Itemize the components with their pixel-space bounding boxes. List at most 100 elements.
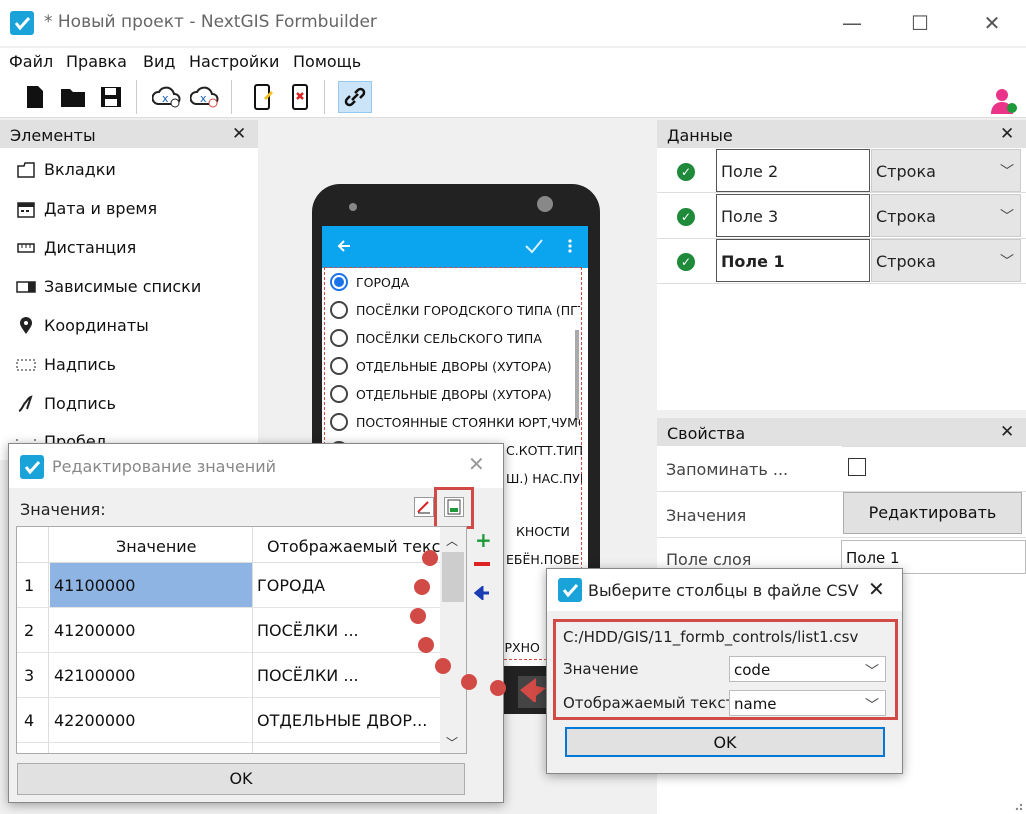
toolbar-separator bbox=[231, 80, 232, 114]
csv-ok-button[interactable]: OK bbox=[565, 727, 885, 757]
element-item-label: Надпись bbox=[44, 355, 116, 374]
connector-dot bbox=[418, 637, 434, 653]
radio-option-label: ПОСТОЯННЫЕ СТОЯНКИ ЮРТ,ЧУМО bbox=[356, 414, 580, 430]
back-arrow-icon[interactable] bbox=[336, 238, 352, 258]
radio-button-icon bbox=[330, 385, 348, 403]
value-cell[interactable]: 41100000 bbox=[54, 576, 135, 595]
edit-values-button[interactable]: Редактировать bbox=[843, 492, 1022, 534]
element-item-label-text[interactable]: Надпись bbox=[16, 355, 116, 374]
value-cell[interactable]: 42200000 bbox=[54, 711, 135, 730]
value-cell[interactable]: 42100000 bbox=[54, 666, 135, 685]
new-file-icon[interactable] bbox=[18, 81, 52, 113]
field-name[interactable]: Поле 1 bbox=[716, 239, 870, 282]
properties-panel-close-icon[interactable]: ✕ bbox=[1000, 422, 1014, 442]
csv-dialog-close-icon[interactable]: ✕ bbox=[868, 577, 885, 601]
radio-button-icon bbox=[330, 329, 348, 347]
element-item-tabs[interactable]: Вкладки bbox=[16, 160, 116, 179]
app-logo-icon bbox=[20, 455, 44, 479]
radio-option[interactable]: ПОСЁЛКИ СЕЛЬСКОГО ТИПА bbox=[330, 324, 580, 352]
row-divider bbox=[17, 607, 440, 608]
move-left-icon[interactable] bbox=[473, 584, 490, 604]
user-icon[interactable] bbox=[988, 86, 1020, 120]
phone-delete-icon[interactable] bbox=[284, 81, 318, 113]
csv-value-select[interactable]: code ﹀ bbox=[729, 656, 886, 682]
field-type-label: Строка bbox=[876, 252, 936, 271]
remember-checkbox[interactable] bbox=[848, 458, 866, 476]
phone-edit-icon[interactable] bbox=[246, 81, 280, 113]
menu-help[interactable]: Помощь bbox=[293, 52, 361, 71]
ruler-icon bbox=[16, 239, 36, 257]
chevron-down-icon: ﹀ bbox=[865, 664, 879, 680]
resize-grip-icon[interactable] bbox=[1010, 798, 1024, 812]
field-type-select[interactable]: Строка ﹀ bbox=[871, 239, 1021, 282]
radio-option[interactable]: ОТДЕЛЬНЫЕ ДВОРЫ (ХУТОРА) bbox=[330, 352, 580, 380]
maximize-button[interactable]: ☐ bbox=[900, 8, 940, 38]
phone-sensor-icon bbox=[537, 196, 553, 212]
phone-camera-icon bbox=[349, 203, 357, 211]
chevron-down-icon: ﹀ bbox=[865, 698, 879, 714]
add-row-icon[interactable]: + bbox=[475, 528, 492, 552]
save-icon[interactable] bbox=[94, 81, 128, 113]
element-item-label: Дата и время bbox=[44, 199, 158, 218]
element-item-datetime[interactable]: Дата и время bbox=[16, 199, 157, 218]
check-icon[interactable] bbox=[524, 238, 544, 258]
remove-row-icon[interactable] bbox=[474, 562, 490, 566]
field-type-select[interactable]: Строка ﹀ bbox=[871, 149, 1021, 192]
element-item-distance[interactable]: Дистанция bbox=[16, 238, 136, 257]
display-text-cell[interactable]: ПОСЁЛКИ ... bbox=[257, 621, 437, 640]
more-menu-icon[interactable] bbox=[568, 239, 572, 257]
menu-edit[interactable]: Правка bbox=[66, 52, 127, 71]
row-number: 1 bbox=[24, 576, 35, 595]
row-divider bbox=[17, 697, 440, 698]
csv-display-select[interactable]: name ﹀ bbox=[729, 690, 886, 716]
display-text-cell[interactable]: ГОРОДА bbox=[257, 576, 437, 595]
radio-option[interactable]: ПОСЁЛКИ ГОРОДСКОГО ТИПА (ПГТ bbox=[330, 296, 580, 324]
row-divider bbox=[17, 652, 440, 653]
field-type-label: Строка bbox=[876, 162, 936, 181]
divider bbox=[657, 537, 1026, 538]
menu-settings[interactable]: Настройки bbox=[189, 52, 279, 71]
data-panel-close-icon[interactable]: ✕ bbox=[1000, 124, 1014, 144]
field-type-select[interactable]: Строка ﹀ bbox=[871, 194, 1021, 237]
element-item-signature[interactable]: Подпись bbox=[16, 394, 116, 413]
connector-dot bbox=[461, 674, 477, 690]
cloud-download-icon[interactable]: x bbox=[150, 81, 184, 113]
scroll-up-icon[interactable]: ︿ bbox=[446, 532, 458, 549]
dialog-close-icon[interactable]: ✕ bbox=[468, 452, 485, 476]
edit-list-icon[interactable] bbox=[414, 497, 434, 517]
link-icon[interactable] bbox=[338, 81, 372, 113]
menu-file[interactable]: Файл bbox=[9, 52, 53, 71]
display-text-cell[interactable]: ПОСЁЛКИ ... bbox=[257, 666, 437, 685]
scrollbar-thumb[interactable] bbox=[442, 552, 464, 602]
csv-dialog-title: Выберите столбцы в файле CSV bbox=[588, 581, 859, 600]
open-folder-icon[interactable] bbox=[56, 81, 90, 113]
signature-icon bbox=[16, 394, 36, 413]
csv-value-selected: code bbox=[734, 661, 771, 679]
display-text-cell[interactable]: ОТДЕЛЬНЫЕ ДВОР... bbox=[257, 711, 437, 730]
radio-option-label: ЕБЁН.ПОВЕ bbox=[506, 552, 580, 567]
radio-option[interactable]: ОТДЕЛЬНЫЕ ДВОРЫ (ХУТОРА) bbox=[330, 380, 580, 408]
column-header-value[interactable]: Значение bbox=[116, 537, 197, 556]
svg-text:x: x bbox=[200, 92, 207, 105]
radio-option-label: ПОСЁЛКИ ГОРОДСКОГО ТИПА (ПГТ bbox=[356, 302, 580, 318]
element-item-label: Подпись bbox=[44, 394, 116, 413]
layer-field-label: Поле слоя bbox=[666, 550, 752, 569]
value-cell[interactable]: 41200000 bbox=[54, 621, 135, 640]
calendar-icon bbox=[16, 200, 36, 218]
elements-panel-close-icon[interactable]: ✕ bbox=[232, 124, 246, 144]
menu-view[interactable]: Вид bbox=[143, 52, 175, 71]
csv-file-path: C:/HDD/GIS/11_formb_controls/list1.csv bbox=[563, 628, 859, 646]
field-name[interactable]: Поле 3 bbox=[716, 194, 870, 237]
minimize-button[interactable]: — bbox=[832, 8, 872, 38]
field-type-label: Строка bbox=[876, 207, 936, 226]
close-window-button[interactable]: ✕ bbox=[972, 8, 1012, 38]
radio-option[interactable]: ПОСТОЯННЫЕ СТОЯНКИ ЮРТ,ЧУМО bbox=[330, 408, 580, 436]
ok-button[interactable]: OK bbox=[17, 763, 465, 795]
scroll-down-icon[interactable]: ﹀ bbox=[446, 734, 458, 751]
element-item-coordinates[interactable]: Координаты bbox=[16, 316, 149, 335]
field-name[interactable]: Поле 2 bbox=[716, 149, 870, 192]
radio-option[interactable]: ГОРОДА bbox=[330, 268, 580, 296]
import-csv-icon[interactable] bbox=[444, 497, 464, 517]
element-item-dependent-lists[interactable]: Зависимые списки bbox=[16, 277, 201, 296]
cloud-upload-icon[interactable]: x bbox=[188, 81, 222, 113]
